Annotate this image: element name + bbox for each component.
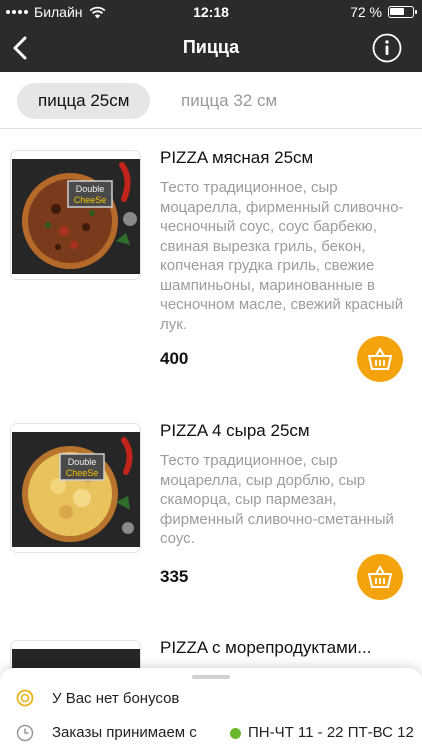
add-to-cart-button[interactable]: [357, 336, 403, 382]
product-title: PIZZA мясная 25см: [160, 148, 314, 167]
product-price: 335: [160, 567, 189, 586]
product-title: PIZZA 4 сыра 25см: [160, 421, 310, 440]
bonus-row: У Вас нет бонусов: [16, 689, 179, 707]
orders-label: Заказы принимаем с: [52, 724, 197, 741]
basket-icon: [368, 347, 392, 370]
product-description: Тесто традиционное, сыр моцарелла, сыр д…: [160, 452, 394, 547]
svg-text:Double: Double: [68, 457, 97, 467]
pizza-image: Double CheeSe: [12, 432, 140, 547]
battery-percent: 72 %: [350, 4, 382, 20]
drag-handle[interactable]: [192, 675, 230, 679]
nav-bar: Пицца: [0, 24, 422, 72]
product-card[interactable]: Double CheeSe PIZZA 4 сыра 25см Тесто тр…: [0, 421, 422, 613]
bottom-info-panel[interactable]: У Вас нет бонусов Заказы принимаем с ПН-…: [0, 668, 422, 750]
svg-text:CheeSe: CheeSe: [74, 195, 107, 205]
svg-text:Double: Double: [76, 184, 105, 194]
page-title: Пицца: [182, 37, 240, 57]
schedule-text: ПН-ЧТ 11 - 22 ПТ-ВС 12: [248, 724, 414, 741]
tab-pizza-32[interactable]: пицца 32 см: [160, 83, 298, 119]
product-card[interactable]: Double CheeSe PIZZA мясная 25см Тесто тр…: [0, 148, 422, 382]
pizza-image: Double CheeSe: [12, 159, 140, 274]
status-bar: Билайн 12:18 72 %: [0, 0, 422, 24]
product-image[interactable]: Double CheeSe: [10, 423, 141, 553]
product-price: 400: [160, 349, 189, 368]
tab-pizza-25[interactable]: пицца 25см: [17, 83, 151, 119]
open-status-dot: [230, 728, 241, 739]
bonus-text: У Вас нет бонусов: [52, 690, 180, 707]
size-tabs: пицца 25см пицца 32 см: [0, 72, 422, 129]
product-title: PIZZA с морепродуктами...: [160, 638, 372, 657]
product-description: Тесто традиционное, сыр моцарелла, фирме…: [160, 179, 404, 333]
battery-icon: [388, 6, 417, 18]
bonus-coin-icon: [16, 689, 34, 707]
status-right: 72 %: [350, 4, 417, 20]
svg-text:CheeSe: CheeSe: [66, 468, 99, 478]
basket-icon: [368, 565, 392, 588]
product-image[interactable]: Double CheeSe: [10, 150, 141, 280]
info-icon[interactable]: [372, 33, 402, 63]
add-to-cart-button[interactable]: [357, 554, 403, 600]
clock-icon: [16, 724, 34, 742]
